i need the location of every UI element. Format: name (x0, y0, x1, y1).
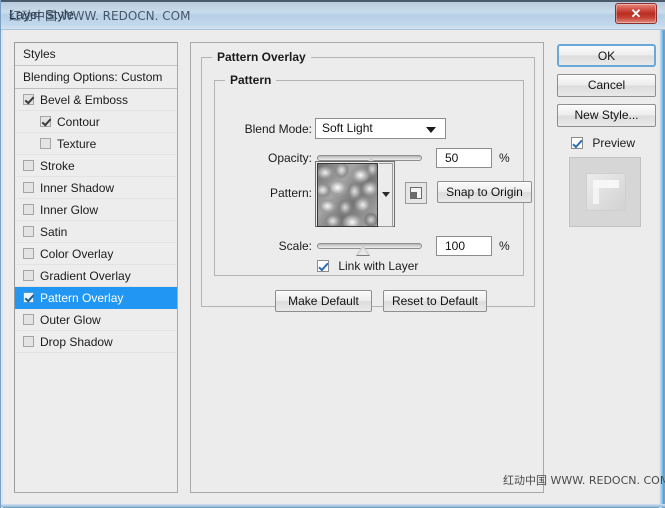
sidebar-item-texture[interactable]: Texture (15, 133, 177, 155)
sidebar-item-label: Satin (40, 225, 68, 239)
opacity-unit: % (499, 151, 510, 165)
scale-unit: % (499, 239, 510, 253)
checkbox-icon[interactable] (23, 314, 34, 325)
sidebar-item-label: Bevel & Emboss (40, 93, 129, 107)
opacity-label: Opacity: (267, 151, 312, 165)
checkbox-icon[interactable] (23, 336, 34, 347)
checkbox-icon[interactable] (23, 94, 34, 105)
checkbox-icon[interactable] (23, 226, 34, 237)
link-with-layer-checkbox[interactable]: Link with Layer (317, 259, 418, 273)
sidebar-item-color-overlay[interactable]: Color Overlay (15, 243, 177, 265)
new-pattern-icon[interactable] (405, 182, 427, 204)
styles-list-header: Styles (15, 43, 177, 66)
preview-thumbnail (569, 157, 641, 227)
title-watermark: 红动中国 WWW. REDOCN. COM (9, 9, 191, 23)
scale-input[interactable]: 100 (436, 236, 492, 256)
new-pattern-glyph (410, 187, 422, 199)
sidebar-item-blending-options[interactable]: Blending Options: Custom (15, 66, 177, 89)
opacity-input[interactable]: 50 (436, 148, 492, 168)
window-edge-bottom (1, 504, 665, 507)
window-edge-right (659, 30, 664, 508)
title-bar[interactable]: Layer Style 红动中国 WWW. REDOCN. COM ✕ (1, 0, 665, 30)
scale-slider[interactable] (317, 243, 422, 255)
blend-mode-value: Soft Light (322, 121, 373, 135)
sidebar-item-inner-shadow[interactable]: Inner Shadow (15, 177, 177, 199)
blend-mode-select[interactable]: Soft Light (315, 118, 446, 139)
sidebar-item-label: Texture (57, 137, 97, 151)
pattern-label: Pattern: (269, 186, 312, 200)
pattern-picker[interactable] (315, 161, 395, 227)
sidebar-item-label: Drop Shadow (40, 335, 113, 349)
scale-label: Scale: (278, 239, 312, 253)
sidebar-item-bevel-emboss[interactable]: Bevel & Emboss (15, 89, 177, 111)
layer-style-dialog: Layer Style 红动中国 WWW. REDOCN. COM ✕ Styl… (0, 0, 665, 508)
styles-list: Bevel & Emboss Contour Texture Stroke Inner … (15, 89, 177, 353)
pattern-groupbox: Pattern Blend Mode: Soft Light Opacity: … (214, 73, 532, 276)
sidebar-item-label: Inner Glow (40, 203, 99, 217)
checkbox-icon[interactable] (23, 292, 34, 303)
pattern-dropdown-arrow[interactable] (379, 163, 393, 227)
sidebar-item-contour[interactable]: Contour (15, 111, 177, 133)
link-with-layer-label: Link with Layer (338, 259, 419, 273)
sidebar-item-label: Contour (57, 115, 100, 129)
new-style-button[interactable]: New Style... (557, 104, 656, 127)
preview-checkbox[interactable]: Preview (571, 136, 635, 150)
checkbox-icon[interactable] (40, 116, 51, 127)
pattern-overlay-panel: Pattern Overlay Pattern Blend Mode: Soft… (190, 42, 544, 493)
sidebar-item-label: Color Overlay (40, 247, 114, 261)
window-edge-left (1, 30, 3, 508)
checkbox-icon[interactable] (23, 160, 34, 171)
sidebar-item-drop-shadow[interactable]: Drop Shadow (15, 331, 177, 353)
sidebar-item-label: Stroke (40, 159, 75, 173)
close-button[interactable]: ✕ (615, 3, 657, 24)
checkbox-icon[interactable] (40, 138, 51, 149)
sidebar-item-label: Outer Glow (40, 313, 101, 327)
sidebar-item-stroke[interactable]: Stroke (15, 155, 177, 177)
pattern-overlay-groupbox: Pattern Overlay Pattern Blend Mode: Soft… (201, 50, 535, 312)
bottom-watermark: 红动中国 WWW. REDOCN. COM (503, 474, 665, 487)
sidebar-item-label: Pattern Overlay (40, 291, 124, 305)
title-bar-top-rule (1, 0, 665, 2)
cancel-button[interactable]: Cancel (557, 74, 656, 97)
checkbox-icon[interactable] (23, 182, 34, 193)
checkbox-icon[interactable] (23, 248, 34, 259)
styles-list-panel: Styles Blending Options: Custom Bevel & … (14, 42, 178, 493)
sidebar-item-satin[interactable]: Satin (15, 221, 177, 243)
sidebar-item-label: Inner Shadow (40, 181, 115, 195)
snap-to-origin-button[interactable]: Snap to Origin (437, 181, 532, 203)
make-default-button[interactable]: Make Default (275, 290, 372, 312)
preview-thumbnail-shape (586, 173, 626, 211)
reset-to-default-button[interactable]: Reset to Default (383, 290, 487, 312)
sidebar-item-outer-glow[interactable]: Outer Glow (15, 309, 177, 331)
pattern-swatch-preview[interactable] (317, 163, 379, 227)
checkbox-icon[interactable] (23, 204, 34, 215)
preview-check-icon (571, 137, 583, 149)
blend-mode-label: Blend Mode: (244, 122, 312, 136)
sidebar-item-gradient-overlay[interactable]: Gradient Overlay (15, 265, 177, 287)
sidebar-item-inner-glow[interactable]: Inner Glow (15, 199, 177, 221)
sidebar-item-label: Gradient Overlay (40, 269, 131, 283)
preview-label: Preview (592, 136, 636, 150)
scale-slider-thumb[interactable] (356, 245, 371, 255)
checkbox-icon[interactable] (23, 270, 34, 281)
pattern-overlay-group-title: Pattern Overlay (212, 50, 311, 64)
pattern-group-title: Pattern (225, 73, 277, 87)
link-with-layer-check-icon (317, 260, 329, 272)
sidebar-item-pattern-overlay[interactable]: Pattern Overlay (15, 287, 177, 309)
chevron-down-icon (426, 127, 436, 133)
ok-button[interactable]: OK (557, 44, 656, 67)
